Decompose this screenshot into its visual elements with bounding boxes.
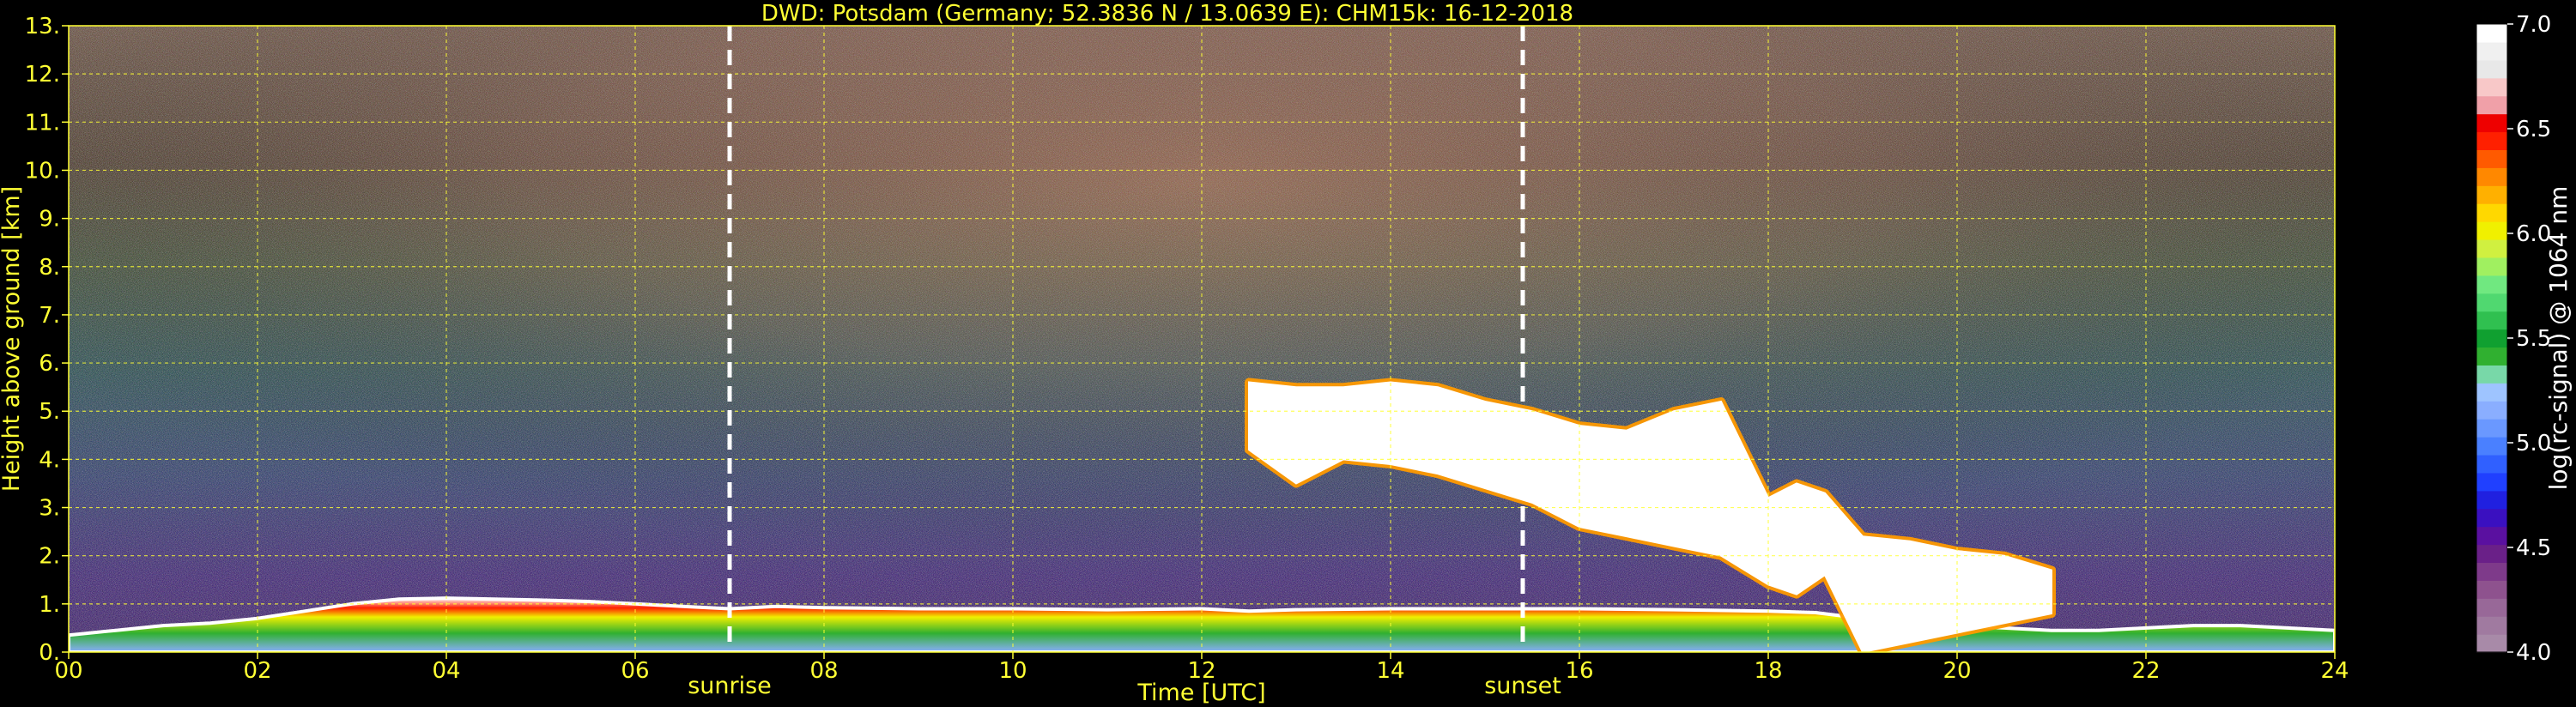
- colorbar-swatch: [2476, 437, 2507, 456]
- colorbar-label: log(rc-signal) @ 1064 nm: [2544, 186, 2573, 491]
- sun-label: sunset: [1484, 673, 1561, 699]
- colorbar-swatch: [2476, 347, 2507, 366]
- colorbar-swatch: [2476, 185, 2507, 204]
- colorbar-swatch: [2476, 365, 2507, 384]
- x-tick-label: 08: [809, 658, 838, 684]
- x-tick-label: 14: [1376, 658, 1404, 684]
- colorbar-swatch: [2476, 419, 2507, 438]
- colorbar-swatch: [2476, 95, 2507, 115]
- colorbar-tick-label: 4.0: [2516, 640, 2551, 666]
- y-tick-label: 1.: [39, 592, 60, 618]
- x-tick-label: 02: [243, 658, 271, 684]
- colorbar-swatch: [2476, 77, 2507, 97]
- x-tick-label: 20: [1943, 658, 1971, 684]
- colorbar-swatch: [2476, 59, 2507, 79]
- y-tick-label: 4.: [39, 447, 60, 473]
- x-tick-label: 10: [998, 658, 1027, 684]
- y-tick-label: 13.: [25, 14, 60, 39]
- colorbar-swatch: [2476, 526, 2507, 546]
- colorbar-swatch: [2476, 454, 2507, 474]
- colorbar-swatch: [2476, 580, 2507, 599]
- colorbar-swatch: [2476, 329, 2507, 348]
- colorbar-tick-label: 7.0: [2516, 12, 2551, 38]
- x-tick-label: 06: [621, 658, 649, 684]
- colorbar-swatch: [2476, 490, 2507, 510]
- colorbar-swatch: [2476, 472, 2507, 492]
- x-tick-label: 04: [432, 658, 460, 684]
- x-tick-label: 22: [2131, 658, 2160, 684]
- colorbar-tick-label: 4.5: [2516, 535, 2551, 561]
- colorbar-swatch: [2476, 257, 2507, 276]
- y-tick-label: 5.: [39, 399, 60, 425]
- colorbar-swatch: [2476, 634, 2507, 653]
- colorbar-swatch: [2476, 149, 2507, 168]
- colorbar-swatch: [2476, 41, 2507, 61]
- colorbar-swatch: [2476, 598, 2507, 617]
- colorbar-swatch: [2476, 311, 2507, 330]
- x-tick-label: 24: [2320, 658, 2349, 684]
- y-tick-label: 2.: [39, 544, 60, 570]
- y-tick-label: 7.: [39, 303, 60, 329]
- colorbar-swatch: [2476, 383, 2507, 402]
- plot-area: [69, 26, 2335, 652]
- y-tick-label: 9.: [39, 207, 60, 233]
- y-tick-label: 10.: [25, 158, 60, 184]
- y-tick-label: 3.: [39, 496, 60, 522]
- x-tick-label: 16: [1565, 658, 1593, 684]
- y-tick-label: 0.: [39, 640, 60, 666]
- colorbar-swatch: [2476, 275, 2507, 294]
- colorbar-swatch: [2476, 131, 2507, 150]
- x-axis-label: Time [UTC]: [1136, 680, 1265, 706]
- colorbar-swatch: [2476, 544, 2507, 564]
- x-tick-label: 18: [1754, 658, 1782, 684]
- colorbar-swatch: [2476, 221, 2507, 240]
- y-tick-label: 8.: [39, 255, 60, 281]
- colorbar-swatch: [2476, 113, 2507, 133]
- colorbar-swatch: [2476, 616, 2507, 635]
- colorbar-swatch: [2476, 562, 2507, 581]
- colorbar-swatch: [2476, 203, 2507, 222]
- y-tick-label: 6.: [39, 351, 60, 377]
- y-tick-label: 11.: [25, 110, 60, 136]
- colorbar: 4.04.55.05.56.06.57.0: [2476, 12, 2551, 666]
- colorbar-swatch: [2476, 401, 2507, 420]
- colorbar-swatch: [2476, 24, 2507, 43]
- y-axis-label: Height above ground [km]: [0, 186, 25, 492]
- colorbar-swatch: [2476, 508, 2507, 528]
- colorbar-swatch: [2476, 293, 2507, 312]
- colorbar-tick-label: 6.5: [2516, 117, 2551, 142]
- sun-label: sunrise: [688, 673, 772, 699]
- colorbar-swatch: [2476, 167, 2507, 186]
- y-axis-ticks: 0. 1. 2. 3. 4. 5. 6. 7. 8. 9. 10. 11. 12. 13.: [25, 14, 69, 666]
- ceilometer-chart: sunrise sunset 00 02 04 06 08 10 12 14 16 18 20 22 24…: [0, 1, 2573, 706]
- chart-title: DWD: Potsdam (Germany; 52.3836 N / 13.06…: [761, 1, 1573, 27]
- y-tick-label: 12.: [25, 62, 60, 88]
- colorbar-swatch: [2476, 239, 2507, 258]
